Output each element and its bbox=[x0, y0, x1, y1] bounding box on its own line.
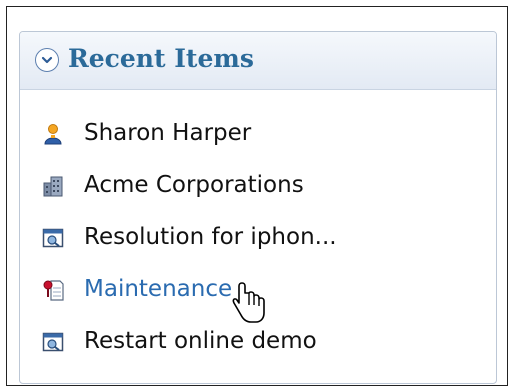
list-item[interactable]: Maintenance bbox=[20, 268, 496, 320]
contact-person-icon bbox=[42, 123, 64, 145]
panel-title: Recent Items bbox=[68, 44, 254, 73]
item-label[interactable]: Resolution for iphon... bbox=[84, 220, 337, 254]
solution-document-icon bbox=[42, 331, 64, 353]
panel-header: Recent Items bbox=[20, 32, 496, 90]
recent-items-panel: Recent Items Sharon Harper Acme Corporat… bbox=[19, 31, 497, 384]
list-item[interactable]: Acme Corporations bbox=[20, 164, 496, 216]
item-label[interactable]: Acme Corporations bbox=[84, 168, 304, 202]
chevron-down-icon bbox=[41, 56, 53, 64]
list-item[interactable]: Sharon Harper bbox=[20, 112, 496, 164]
list-item[interactable]: Resolution for iphon... bbox=[20, 216, 496, 268]
item-label[interactable]: Maintenance bbox=[84, 272, 232, 306]
screenshot-frame: Recent Items Sharon Harper Acme Corporat… bbox=[6, 6, 508, 386]
case-pin-icon bbox=[42, 279, 64, 301]
account-building-icon bbox=[42, 175, 64, 197]
collapse-toggle-button[interactable] bbox=[35, 48, 59, 72]
list-item[interactable]: Restart online demo bbox=[20, 320, 496, 372]
recent-items-list: Sharon Harper Acme Corporations Resoluti… bbox=[20, 112, 496, 372]
item-label[interactable]: Restart online demo bbox=[84, 324, 317, 358]
item-label[interactable]: Sharon Harper bbox=[84, 116, 251, 150]
solution-document-icon bbox=[42, 227, 64, 249]
